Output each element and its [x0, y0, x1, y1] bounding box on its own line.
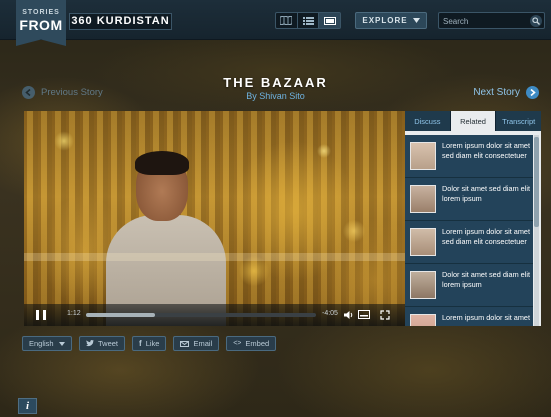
previous-story-label: Previous Story: [41, 87, 103, 98]
email-button[interactable]: Email: [173, 336, 220, 351]
related-thumbnail: [410, 142, 436, 170]
top-bar: STORIES FROM 360 KURDISTAN EXPLORE: [0, 0, 551, 46]
list-icon: [302, 16, 314, 25]
twitter-icon: [86, 340, 94, 347]
related-item-text: Lorem ipsum dolor sit amet: [442, 313, 531, 322]
current-time: 1:12: [67, 310, 81, 317]
share-bar: English Tweet f Like Email <> Embed: [22, 336, 277, 351]
search-button[interactable]: [530, 15, 542, 27]
panel-scrollbar[interactable]: [534, 135, 539, 326]
scrollbar-thumb[interactable]: [534, 137, 539, 227]
map-icon: [280, 16, 293, 25]
previous-story-link[interactable]: Previous Story: [22, 86, 103, 99]
related-item-text: Dolor sit amet sed diam elit lorem ipsum: [442, 270, 531, 289]
site-logo[interactable]: STORIES FROM: [16, 0, 66, 46]
related-item[interactable]: Lorem ipsum dolor sit amet: [405, 307, 533, 326]
search-box: [438, 12, 545, 29]
related-item[interactable]: Dolor sit amet sed diam elit lorem ipsum: [405, 178, 533, 221]
side-panel: Discuss Related Transcript Lorem ipsum d…: [405, 111, 541, 326]
video-frame-person: [106, 151, 226, 326]
envelope-icon: [180, 340, 190, 347]
language-select[interactable]: English: [22, 336, 72, 351]
email-label: Email: [193, 339, 213, 348]
tab-transcript[interactable]: Transcript: [496, 111, 541, 131]
related-item[interactable]: Lorem ipsum dolor sit amet sed diam elit…: [405, 135, 533, 178]
tweet-button[interactable]: Tweet: [79, 336, 126, 351]
map-view-button[interactable]: [276, 13, 298, 28]
code-icon: <>: [233, 340, 242, 347]
like-label: Like: [145, 339, 160, 348]
related-item[interactable]: Dolor sit amet sed diam elit lorem ipsum: [405, 264, 533, 307]
related-item-text: Lorem ipsum dolor sit amet sed diam elit…: [442, 141, 531, 160]
related-item-text: Dolor sit amet sed diam elit lorem ipsum: [442, 184, 531, 203]
next-story-link[interactable]: Next Story: [473, 86, 539, 99]
panel-tabs: Discuss Related Transcript: [405, 111, 541, 131]
logo-small-text: STORIES: [22, 9, 60, 16]
grid-icon: [323, 16, 336, 25]
related-list: Lorem ipsum dolor sit amet sed diam elit…: [405, 135, 533, 326]
info-button[interactable]: i: [18, 398, 37, 414]
logo-big-text: FROM: [19, 17, 63, 33]
related-thumbnail: [410, 228, 436, 256]
next-story-label: Next Story: [473, 87, 520, 98]
like-button[interactable]: f Like: [132, 336, 167, 351]
explore-label: EXPLORE: [362, 16, 408, 25]
progress-bar[interactable]: [86, 313, 316, 317]
explore-button[interactable]: EXPLORE: [355, 12, 427, 29]
tab-discuss[interactable]: Discuss: [405, 111, 451, 131]
embed-button[interactable]: <> Embed: [226, 336, 277, 351]
progress-fill: [86, 313, 155, 317]
language-value: English: [29, 339, 54, 348]
grid-view-button[interactable]: [319, 13, 341, 28]
view-mode-switcher: [275, 12, 341, 29]
arrow-right-icon: [526, 86, 539, 99]
search-icon: [532, 17, 540, 25]
tab-related[interactable]: Related: [450, 111, 497, 131]
video-controls: 1:12 -4:05: [24, 304, 405, 326]
pause-icon: [36, 310, 39, 320]
chevron-down-icon: [59, 341, 65, 346]
site-title[interactable]: 360 KURDISTAN: [69, 13, 172, 30]
related-item-text: Lorem ipsum dolor sit amet sed diam elit…: [442, 227, 531, 246]
fullscreen-icon[interactable]: [380, 310, 390, 320]
facebook-icon: f: [139, 339, 142, 348]
tweet-label: Tweet: [98, 339, 119, 348]
related-item[interactable]: Lorem ipsum dolor sit amet sed diam elit…: [405, 221, 533, 264]
chevron-down-icon: [412, 18, 420, 23]
related-thumbnail: [410, 271, 436, 299]
embed-label: Embed: [245, 339, 270, 348]
pause-button[interactable]: [36, 310, 46, 320]
related-thumbnail: [410, 314, 436, 326]
list-view-button[interactable]: [298, 13, 320, 28]
captions-icon[interactable]: [358, 310, 370, 320]
video-frame-glass: [24, 253, 405, 261]
related-thumbnail: [410, 185, 436, 213]
remaining-time: -4:05: [322, 310, 338, 317]
video-player[interactable]: 1:12 -4:05: [24, 111, 405, 326]
search-input[interactable]: [443, 15, 525, 27]
volume-icon[interactable]: [344, 310, 354, 320]
arrow-left-icon: [22, 86, 35, 99]
